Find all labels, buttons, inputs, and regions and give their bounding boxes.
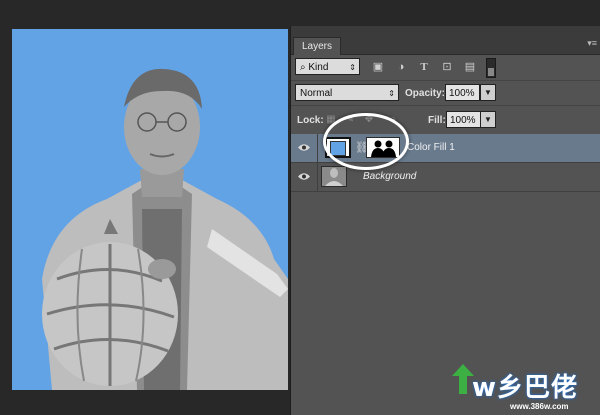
layer-name[interactable]: Background	[363, 171, 416, 182]
blending-row: Normal ⇕ Opacity: 100% ▼	[291, 81, 600, 106]
layer-row-background[interactable]: Background	[291, 163, 600, 192]
blend-mode-value: Normal	[300, 88, 333, 99]
filter-toggle-switch[interactable]	[486, 58, 496, 78]
layer-row-color-fill[interactable]: ⛓︎ Color Fill 1	[291, 134, 600, 163]
document-canvas[interactable]	[12, 29, 288, 390]
layer-mask-thumbnail[interactable]	[366, 137, 400, 158]
filter-row: ⌕ Kind ⇕ ▣ ◑ T ⊡ ▤	[291, 54, 600, 81]
lock-all-icon[interactable]: 🔒︎	[387, 114, 399, 126]
background-thumbnail[interactable]	[321, 166, 347, 187]
mask-silhouette-icon	[367, 138, 399, 157]
visibility-toggle[interactable]	[291, 163, 318, 191]
shape-filter-icon[interactable]: ⊡	[440, 60, 454, 74]
panel-topbar	[291, 26, 600, 36]
pixel-filter-icon[interactable]: ▣	[371, 60, 385, 74]
lock-position-icon[interactable]: ✥	[363, 114, 375, 126]
photo-image	[42, 68, 288, 390]
watermark-url: www.386w.com	[510, 402, 569, 411]
watermark-text: w乡巴佬	[472, 373, 579, 403]
fill-label: Fill:	[428, 115, 446, 126]
watermark: w乡巴佬 www.386w.com	[452, 364, 598, 412]
type-filter-icon[interactable]: T	[417, 60, 431, 74]
lock-pixels-icon[interactable]: ✎	[344, 114, 356, 126]
smart-object-filter-icon[interactable]: ▤	[463, 60, 477, 74]
layer-name[interactable]: Color Fill 1	[407, 142, 455, 153]
panel-menu-icon[interactable]: ▾≡	[587, 39, 597, 48]
watermark-logo-icon	[452, 364, 474, 394]
lock-transparent-icon[interactable]: ▦	[325, 114, 337, 126]
chevron-updown-icon: ⇕	[388, 89, 395, 98]
opacity-field[interactable]: 100%	[445, 84, 480, 101]
lock-row: Lock: ▦ ✎ ✥ 🔒︎ Fill: 100% ▼	[291, 106, 600, 135]
tab-layers[interactable]: Layers	[293, 37, 342, 55]
link-icon[interactable]: ⛓︎	[355, 141, 369, 155]
color-swatch	[330, 141, 346, 156]
fill-field[interactable]: 100%	[446, 111, 481, 128]
background-photo-thumb	[322, 167, 346, 186]
filter-kind-label: Kind	[308, 62, 329, 73]
canvas-area	[0, 0, 290, 415]
chevron-updown-icon: ⇕	[349, 63, 356, 72]
filter-kind-dropdown[interactable]: ⌕ Kind ⇕	[295, 58, 360, 75]
opacity-label: Opacity:	[405, 88, 446, 99]
panel-tabbar: Layers ▾≡	[291, 36, 600, 55]
color-fill-thumbnail[interactable]	[325, 137, 351, 158]
eye-icon	[298, 144, 310, 151]
fill-slider-button[interactable]: ▼	[480, 111, 496, 128]
opacity-slider-button[interactable]: ▼	[480, 84, 496, 101]
visibility-toggle[interactable]	[291, 134, 318, 162]
layers-panel: Layers ▾≡ ⌕ Kind ⇕ ▣ ◑ T ⊡ ▤ Normal ⇕ Op…	[290, 26, 600, 415]
lock-label: Lock:	[297, 115, 324, 126]
adjustment-filter-icon[interactable]: ◑	[394, 60, 408, 74]
eye-icon	[298, 173, 310, 180]
blend-mode-dropdown[interactable]: Normal ⇕	[295, 84, 399, 101]
